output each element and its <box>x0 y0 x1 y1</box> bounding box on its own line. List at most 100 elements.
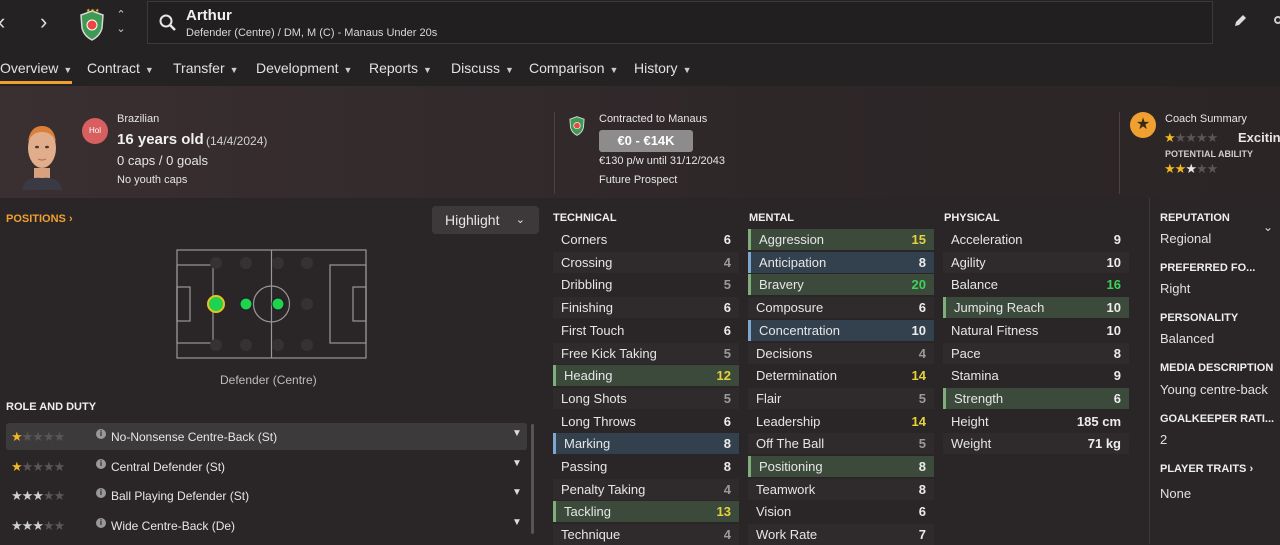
role-row[interactable]: ★★★★★ i Central Defender (St) ▼ <box>6 453 527 480</box>
attribute-row[interactable]: Leadership 14 <box>748 411 934 432</box>
attribute-row[interactable]: Flair 5 <box>748 387 934 409</box>
edit-pencil-icon[interactable] <box>1233 14 1247 28</box>
attribute-row[interactable]: Technique 4 <box>553 524 739 545</box>
attribute-row[interactable]: Passing 8 <box>553 456 739 477</box>
tab-development[interactable]: Development ▼ <box>256 60 352 76</box>
attribute-row[interactable]: Dribbling 5 <box>553 274 739 295</box>
player-search-bar[interactable]: Arthur Defender (Centre) / DM, M (C) - M… <box>147 1 1213 44</box>
attribute-name: Composure <box>756 300 824 316</box>
attribute-row[interactable]: Composure 6 <box>748 297 934 319</box>
info-icon[interactable]: i <box>96 518 106 528</box>
info-icon[interactable]: i <box>96 488 106 498</box>
attribute-row[interactable]: Balance 16 <box>943 274 1129 295</box>
transfer-value[interactable]: €0 - €14K <box>599 130 693 152</box>
attribute-row[interactable]: Free Kick Taking 5 <box>553 342 739 364</box>
roles-scrollbar[interactable] <box>531 424 534 534</box>
attribute-row[interactable]: Concentration 10 <box>748 319 934 341</box>
club-crest-icon[interactable]: ★★★ <box>78 6 106 42</box>
attribute-row[interactable]: Off The Ball 5 <box>748 433 934 455</box>
tab-overview[interactable]: Overview ▼ <box>0 60 72 76</box>
attribute-row[interactable]: Finishing 6 <box>553 297 739 319</box>
tab-history[interactable]: History ▼ <box>634 60 691 76</box>
attribute-row[interactable]: Anticipation 8 <box>748 251 934 273</box>
tab-comparison[interactable]: Comparison ▼ <box>529 60 618 76</box>
attribute-row[interactable]: Weight 71 kg <box>943 433 1129 455</box>
chevron-down-icon[interactable]: ▼ <box>512 458 522 469</box>
more-options-icon[interactable] <box>1274 16 1280 24</box>
attribute-row[interactable]: Bravery 20 <box>748 274 934 296</box>
tab-label: Discuss <box>451 60 501 76</box>
positions-link[interactable]: POSITIONS › <box>6 213 73 225</box>
attribute-row[interactable]: Work Rate 7 <box>748 524 934 545</box>
attribute-row[interactable]: Stamina 9 <box>943 365 1129 386</box>
tab-reports[interactable]: Reports ▼ <box>369 60 432 76</box>
attribute-row[interactable]: First Touch 6 <box>553 320 739 341</box>
player-traits-link[interactable]: PLAYER TRAITS › <box>1160 463 1253 475</box>
attribute-row[interactable]: Crossing 4 <box>553 251 739 273</box>
attribute-name: First Touch <box>561 322 625 338</box>
tab-label: Overview <box>0 60 59 76</box>
attribute-value: 5 <box>723 277 731 293</box>
attribute-name: Penalty Taking <box>561 481 646 497</box>
attribute-name: Crossing <box>561 254 613 270</box>
attribute-row[interactable]: Long Shots 5 <box>553 387 739 409</box>
attribute-row[interactable]: Aggression 15 <box>748 229 934 250</box>
attribute-row[interactable]: Positioning 8 <box>748 456 934 477</box>
chevron-down-icon[interactable]: ▼ <box>512 517 522 528</box>
player-switch-arrows[interactable]: ⌃ ⌄ <box>114 8 128 36</box>
active-tab-indicator <box>0 81 72 84</box>
attribute-name: Height <box>951 413 989 429</box>
attribute-value: 8 <box>918 459 926 474</box>
attribute-name: Flair <box>756 390 782 406</box>
attribute-value: 8 <box>723 459 731 474</box>
attribute-row[interactable]: Heading 12 <box>553 365 739 387</box>
attribute-row[interactable]: Corners 6 <box>553 229 739 250</box>
attribute-row[interactable]: Long Throws 6 <box>553 411 739 432</box>
attribute-name: Anticipation <box>759 254 827 270</box>
tab-transfer[interactable]: Transfer ▼ <box>173 60 239 76</box>
attribute-row[interactable]: Penalty Taking 4 <box>553 478 739 500</box>
attribute-name: Jumping Reach <box>954 300 1045 316</box>
chevron-down-icon: ▼ <box>144 65 154 75</box>
chevron-down-icon[interactable]: ⌄ <box>1263 220 1273 234</box>
attribute-name: Agility <box>951 254 986 270</box>
attribute-row[interactable]: Jumping Reach 10 <box>943 297 1129 319</box>
attribute-value: 5 <box>918 390 926 406</box>
chevron-down-icon[interactable]: ▼ <box>512 487 522 498</box>
info-icon[interactable]: i <box>96 459 106 469</box>
attribute-value: 5 <box>723 390 731 406</box>
attribute-name: Strength <box>954 390 1004 406</box>
contract-club: Contracted to Manaus <box>599 113 708 125</box>
position-caption: Defender (Centre) <box>220 373 317 387</box>
role-row[interactable]: ★★★★★ i Ball Playing Defender (St) ▼ <box>6 482 527 509</box>
attribute-name: Free Kick Taking <box>561 345 657 361</box>
forward-arrow-icon[interactable]: › <box>40 10 47 34</box>
attribute-row[interactable]: Decisions 4 <box>748 342 934 364</box>
info-icon[interactable]: i <box>96 429 106 439</box>
tab-discuss[interactable]: Discuss ▼ <box>451 60 514 76</box>
attribute-row[interactable]: Marking 8 <box>553 433 739 455</box>
attribute-row[interactable]: Acceleration 9 <box>943 229 1129 250</box>
attribute-value: 8 <box>918 481 926 497</box>
attribute-row[interactable]: Vision 6 <box>748 501 934 522</box>
attribute-row[interactable]: Pace 8 <box>943 342 1129 364</box>
media-description-heading: MEDIA DESCRIPTION <box>1160 362 1274 374</box>
highlight-dropdown[interactable]: Highlight ⌄ <box>432 206 539 234</box>
back-arrow-icon[interactable]: ‹ <box>0 10 5 34</box>
attribute-row[interactable]: Strength 6 <box>943 387 1129 409</box>
role-name: Wide Centre-Back (De) <box>111 519 236 533</box>
attribute-row[interactable]: Natural Fitness 10 <box>943 320 1129 341</box>
nation-badge[interactable]: Hol <box>82 118 108 144</box>
attribute-value: 6 <box>723 322 731 338</box>
attribute-row[interactable]: Determination 14 <box>748 365 934 386</box>
youth-caps: No youth caps <box>117 174 188 186</box>
attribute-row[interactable]: Height 185 cm <box>943 411 1129 432</box>
tab-contract[interactable]: Contract ▼ <box>87 60 154 76</box>
attribute-value: 10 <box>1106 300 1121 316</box>
role-row[interactable]: ★★★★★ i No-Nonsense Centre-Back (St) ▼ <box>6 423 527 450</box>
attribute-row[interactable]: Tackling 13 <box>553 501 739 523</box>
attribute-row[interactable]: Teamwork 8 <box>748 478 934 500</box>
attribute-row[interactable]: Agility 10 <box>943 251 1129 273</box>
role-row[interactable]: ★★★★★ i Wide Centre-Back (De) ▼ <box>6 512 527 539</box>
chevron-down-icon[interactable]: ▼ <box>512 428 522 439</box>
